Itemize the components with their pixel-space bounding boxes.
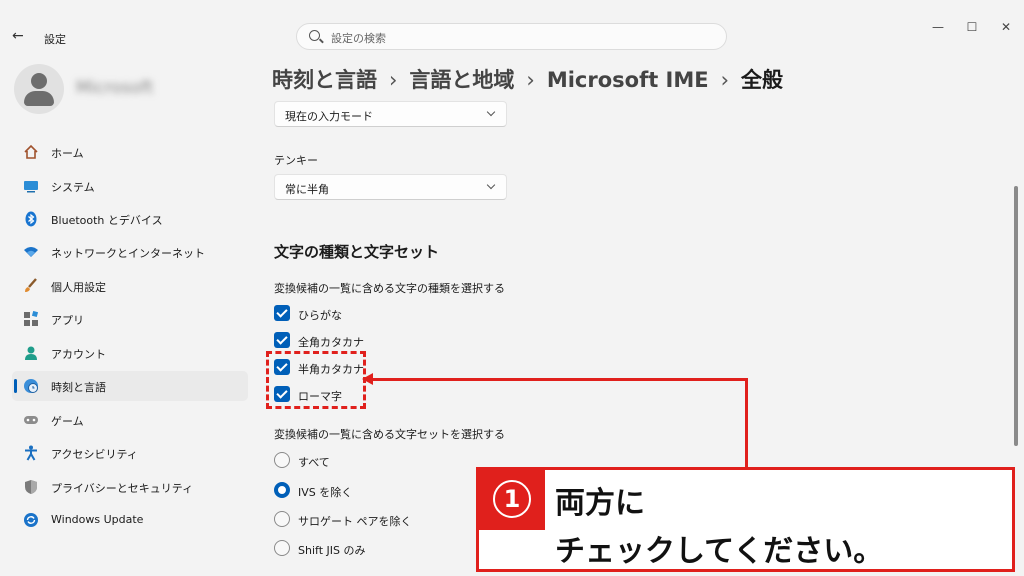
section-title: 文字の種類と文字セット bbox=[274, 243, 440, 261]
avatar-head bbox=[31, 73, 47, 89]
chevron-down-icon bbox=[486, 180, 496, 190]
avatar-body bbox=[24, 91, 54, 106]
charset-exclude-surrogate-radio[interactable] bbox=[274, 511, 290, 527]
sidebar-item-time-language[interactable]: 時刻と言語 bbox=[12, 371, 248, 401]
annotation-callout: 1 両方に チェックしてください。 bbox=[476, 467, 1015, 572]
charset-shiftjis-radio[interactable] bbox=[274, 540, 290, 556]
sidebar-item-label: プライバシーとセキュリティ bbox=[51, 482, 194, 495]
breadcrumb: 時刻と言語 › 言語と地域 › Microsoft IME › 全般 bbox=[272, 64, 783, 94]
annotation-arrow-line bbox=[372, 378, 748, 381]
home-icon bbox=[24, 144, 38, 159]
radio-label: Shift JIS のみ bbox=[298, 544, 366, 557]
step-badge: 1 bbox=[479, 470, 545, 530]
hiragana-checkbox[interactable] bbox=[274, 305, 290, 321]
account-name: Microsoft bbox=[76, 78, 154, 98]
sidebar-item-label: 時刻と言語 bbox=[51, 381, 106, 394]
callout-text: チェックしてください。 bbox=[555, 534, 884, 569]
minimize-button[interactable]: — bbox=[928, 20, 948, 34]
char-types-label: 変換候補の一覧に含める文字の種類を選択する bbox=[274, 282, 505, 295]
brush-icon bbox=[25, 278, 37, 292]
sidebar-item-apps[interactable]: アプリ bbox=[12, 304, 248, 334]
shield-icon bbox=[25, 480, 37, 494]
dropdown-value: 現在の入力モード bbox=[285, 110, 373, 123]
search-placeholder: 設定の検索 bbox=[331, 32, 386, 45]
arrow-head-icon bbox=[362, 373, 373, 385]
sidebar-item-privacy[interactable]: プライバシーとセキュリティ bbox=[12, 472, 248, 502]
wifi-icon bbox=[24, 247, 38, 257]
sidebar-item-windows-update[interactable]: Windows Update bbox=[12, 505, 248, 535]
callout-text: 両方に bbox=[555, 486, 645, 521]
sidebar-item-label: ホーム bbox=[51, 147, 84, 160]
breadcrumb-item[interactable]: Microsoft IME bbox=[547, 68, 709, 92]
avatar[interactable] bbox=[14, 64, 64, 114]
sidebar-item-home[interactable]: ホーム bbox=[12, 137, 248, 167]
charset-exclude-ivs-radio[interactable] bbox=[274, 482, 290, 498]
input-mode-dropdown[interactable]: 現在の入力モード bbox=[274, 101, 507, 127]
zenkaku-katakana-checkbox[interactable] bbox=[274, 332, 290, 348]
radio-label: サロゲート ペアを除く bbox=[298, 515, 412, 528]
sidebar-item-label: 個人用設定 bbox=[51, 281, 106, 294]
sidebar-item-accessibility[interactable]: アクセシビリティ bbox=[12, 438, 248, 468]
sidebar-item-label: システム bbox=[51, 181, 95, 194]
dropdown-value: 常に半角 bbox=[285, 183, 329, 196]
scrollbar[interactable] bbox=[1014, 186, 1018, 446]
update-icon bbox=[24, 513, 38, 527]
app-title: 設定 bbox=[44, 33, 66, 46]
active-indicator bbox=[14, 379, 17, 393]
account-icon bbox=[25, 346, 37, 360]
breadcrumb-item[interactable]: 時刻と言語 bbox=[272, 68, 377, 92]
system-icon bbox=[24, 181, 38, 193]
breadcrumb-current: 全般 bbox=[741, 68, 784, 92]
sidebar-item-label: アクセシビリティ bbox=[51, 448, 138, 461]
bluetooth-icon bbox=[25, 211, 37, 227]
annotation-arrow-line bbox=[745, 378, 748, 468]
sidebar-item-label: Windows Update bbox=[51, 513, 144, 526]
accessibility-icon bbox=[25, 445, 37, 461]
sidebar-item-label: ゲーム bbox=[51, 415, 84, 428]
close-button[interactable]: ✕ bbox=[996, 20, 1016, 34]
sidebar-item-personalization[interactable]: 個人用設定 bbox=[12, 271, 248, 301]
sidebar-item-system[interactable]: システム bbox=[12, 171, 248, 201]
sidebar-item-label: アプリ bbox=[51, 314, 84, 327]
sidebar-item-label: ネットワークとインターネット bbox=[51, 247, 205, 260]
back-button[interactable]: ← bbox=[12, 28, 24, 44]
radio-label: IVS を除く bbox=[298, 486, 353, 499]
tenkey-dropdown[interactable]: 常に半角 bbox=[274, 174, 507, 200]
sidebar-item-label: アカウント bbox=[51, 348, 106, 361]
globe-clock-icon bbox=[24, 379, 38, 393]
maximize-button[interactable]: ☐ bbox=[962, 20, 982, 34]
sidebar-item-accounts[interactable]: アカウント bbox=[12, 338, 248, 368]
charset-all-radio[interactable] bbox=[274, 452, 290, 468]
breadcrumb-item[interactable]: 言語と地域 bbox=[409, 68, 514, 92]
sidebar-item-network[interactable]: ネットワークとインターネット bbox=[12, 237, 248, 267]
char-sets-label: 変換候補の一覧に含める文字セットを選択する bbox=[274, 428, 505, 441]
breadcrumb-separator: › bbox=[720, 68, 730, 92]
search-input[interactable]: 設定の検索 bbox=[296, 23, 727, 50]
sidebar-item-bluetooth[interactable]: Bluetooth とデバイス bbox=[12, 204, 248, 234]
tenkey-label: テンキー bbox=[274, 154, 318, 167]
gamepad-icon bbox=[24, 416, 38, 424]
checkbox-label: 全角カタカナ bbox=[298, 336, 364, 349]
sidebar-item-label: Bluetooth とデバイス bbox=[51, 214, 163, 227]
apps-icon bbox=[24, 311, 39, 326]
breadcrumb-separator: › bbox=[526, 68, 535, 92]
checkbox-label: ひらがな bbox=[298, 309, 342, 322]
highlight-box bbox=[266, 351, 366, 409]
breadcrumb-separator: › bbox=[389, 68, 398, 92]
search-icon bbox=[309, 30, 320, 41]
chevron-down-icon bbox=[486, 107, 496, 117]
step-number: 1 bbox=[493, 480, 531, 518]
radio-label: すべて bbox=[298, 456, 330, 469]
sidebar-item-gaming[interactable]: ゲーム bbox=[12, 405, 248, 435]
